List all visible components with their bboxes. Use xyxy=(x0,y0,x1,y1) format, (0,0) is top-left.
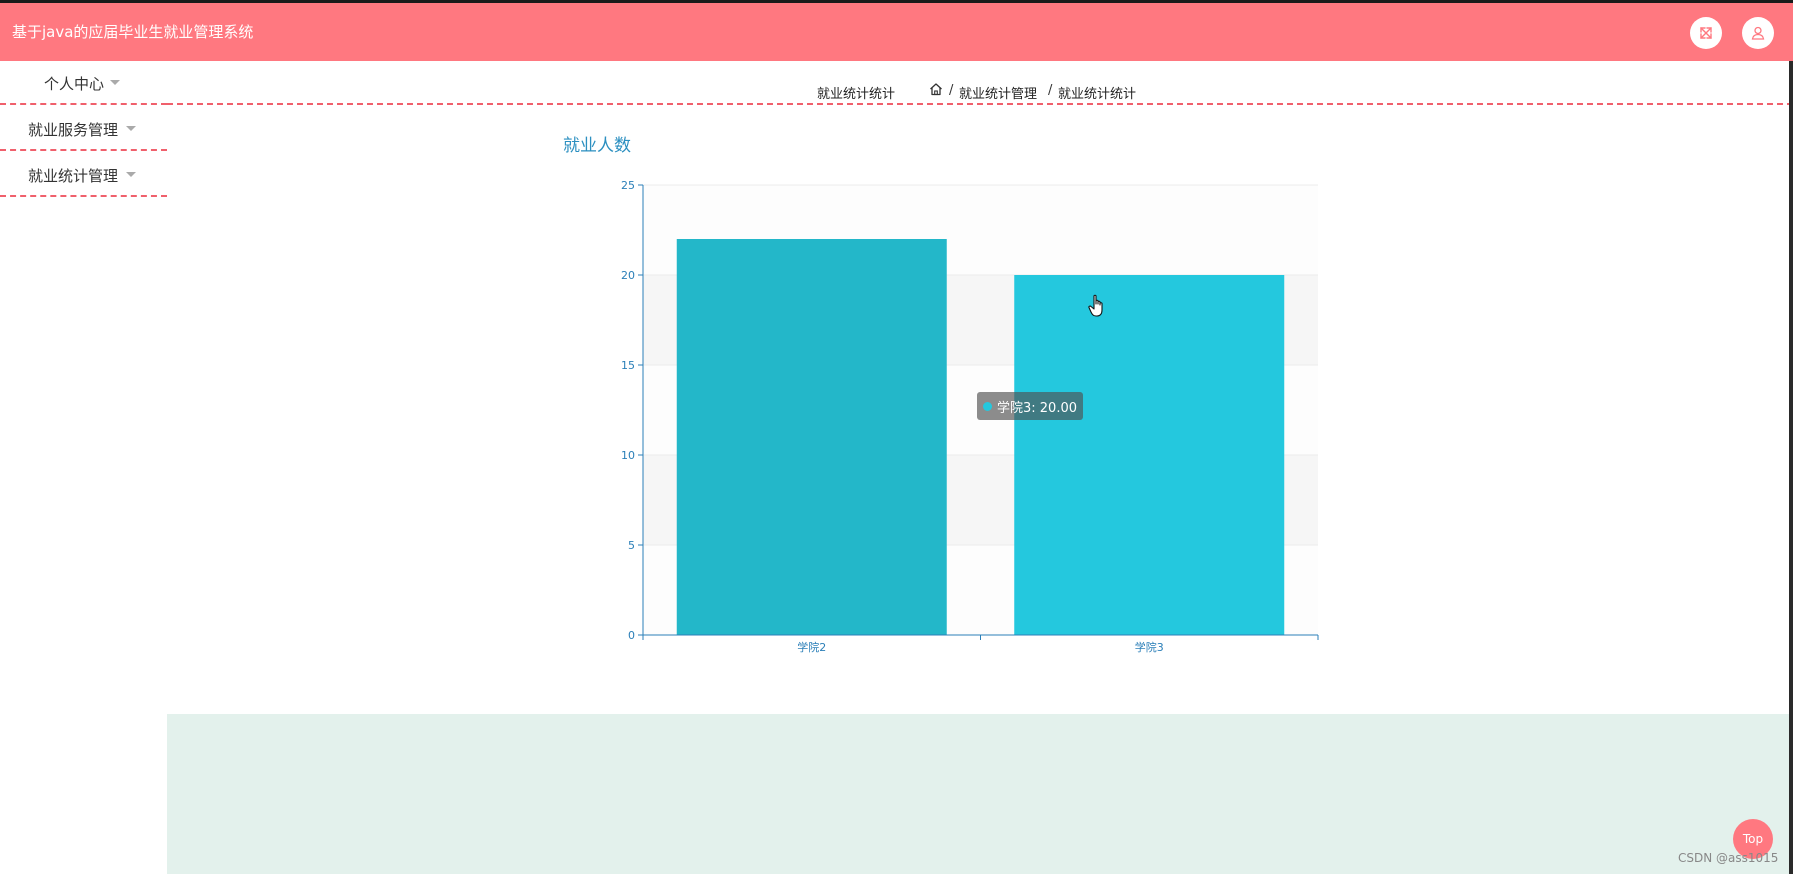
fullscreen-icon xyxy=(1700,27,1712,39)
caret-down-icon xyxy=(126,172,136,177)
caret-down-icon xyxy=(110,80,120,85)
bar-学院3 xyxy=(1014,275,1285,635)
sidebar-item-label: 就业服务管理 xyxy=(28,121,119,139)
page-title: 就业统计统计 xyxy=(817,87,896,102)
y-tick-label: 20 xyxy=(621,269,635,282)
chart-tooltip: 学院3: 20.00 xyxy=(977,392,1083,420)
home-icon[interactable] xyxy=(929,82,943,96)
fullscreen-button[interactable] xyxy=(1690,17,1722,49)
bar-学院2 xyxy=(676,239,947,635)
user-icon xyxy=(1751,26,1765,40)
window-edge xyxy=(1789,61,1793,874)
sidebar-item-employment-service[interactable]: 就业服务管理 xyxy=(0,107,167,151)
sidebar-item-personal-center[interactable]: 个人中心 xyxy=(0,61,167,105)
x-tick-label: 学院2 xyxy=(797,640,826,654)
y-tick-label: 5 xyxy=(628,539,635,552)
breadcrumb-parent[interactable]: 就业统计管理 xyxy=(959,83,1037,102)
breadcrumb-separator: / xyxy=(1048,83,1053,98)
tooltip-text: 学院3: 20.00 xyxy=(997,400,1077,416)
footer-band xyxy=(167,714,1793,874)
tooltip-series-dot xyxy=(983,401,992,411)
sidebar-item-employment-statistics[interactable]: 就业统计管理 xyxy=(0,153,167,197)
breadcrumb-current: 就业统计统计 xyxy=(1058,87,1137,102)
y-tick-label: 15 xyxy=(621,359,635,372)
user-menu-button[interactable] xyxy=(1742,17,1774,49)
y-tick-label: 10 xyxy=(621,449,635,462)
hand-cursor-icon xyxy=(1088,294,1103,317)
sidebar: 个人中心 就业服务管理 就业统计管理 xyxy=(0,61,167,874)
caret-down-icon xyxy=(126,126,136,131)
y-tick-label: 25 xyxy=(621,179,635,192)
breadcrumb-separator: / xyxy=(949,83,954,98)
chart-title: 就业人数 xyxy=(563,136,631,156)
sidebar-item-label: 个人中心 xyxy=(44,75,105,93)
watermark: CSDN @ass1015 xyxy=(1678,851,1779,865)
app-title: 基于java的应届毕业生就业管理系统 xyxy=(12,23,254,41)
sidebar-item-label: 就业统计管理 xyxy=(28,167,119,185)
top-bar: 基于java的应届毕业生就业管理系统 xyxy=(0,0,1793,61)
x-tick-label: 学院3 xyxy=(1135,640,1164,654)
breadcrumb: 就业统计统计 / 就业统计管理 / 就业统计统计 xyxy=(167,61,1793,105)
bar-chart: 0 5 10 15 20 25 学院2 学院3 xyxy=(621,179,1319,654)
y-tick-label: 0 xyxy=(628,629,635,642)
